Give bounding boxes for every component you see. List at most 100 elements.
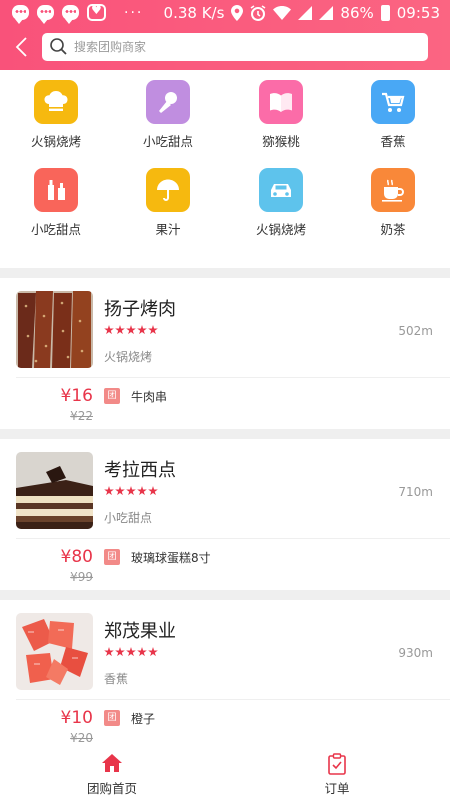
- star-icon: [148, 486, 158, 496]
- category-label: 香蕉: [380, 134, 406, 149]
- app-header: ··· 0.38 K/s 86% 09:53: [0, 0, 450, 70]
- original-price: ¥22: [70, 409, 93, 423]
- rating-stars: [104, 325, 158, 335]
- category-label: 小吃甜点: [142, 134, 193, 149]
- card-divider: [16, 699, 450, 700]
- star-icon: [104, 486, 114, 496]
- search-bar[interactable]: [42, 33, 428, 61]
- category-label: 果汁: [155, 222, 181, 237]
- merchant-distance: 930m: [398, 646, 433, 660]
- app-notification-icon: [87, 3, 106, 21]
- wifi-icon: [273, 6, 292, 20]
- clipboard-check-icon: [328, 753, 346, 775]
- category-label: 猕猴桃: [262, 134, 300, 149]
- tab-label: 订单: [324, 781, 350, 796]
- star-icon: [115, 647, 125, 657]
- original-price: ¥20: [70, 731, 93, 745]
- deal-name[interactable]: 玻璃球蛋糕8寸: [131, 549, 211, 566]
- star-icon: [104, 325, 114, 335]
- star-icon: [148, 647, 158, 657]
- book-icon: [259, 80, 303, 124]
- merchant-distance: 502m: [398, 324, 433, 338]
- star-icon: [137, 486, 147, 496]
- section-divider: [0, 429, 450, 439]
- car-icon: [259, 168, 303, 212]
- shopping-cart-icon: [371, 80, 415, 124]
- category-item[interactable]: 火锅烧烤: [231, 168, 331, 238]
- rating-stars: [104, 647, 158, 657]
- back-arrow-icon[interactable]: [14, 36, 32, 58]
- more-notifications: ···: [124, 4, 144, 21]
- section-divider: [0, 268, 450, 278]
- network-speed: 0.38 K/s: [163, 4, 225, 22]
- category-item[interactable]: 果汁: [118, 168, 218, 238]
- deal-name[interactable]: 橙子: [131, 710, 155, 727]
- umbrella-icon: [146, 168, 190, 212]
- star-icon: [126, 486, 136, 496]
- deal-price: ¥80: [60, 547, 93, 567]
- section-divider: [0, 590, 450, 600]
- battery-level: 86%: [340, 4, 374, 22]
- merchant-photo-fruit: [16, 613, 93, 690]
- merchant-photo-cake: [16, 452, 93, 529]
- battery-icon: [380, 5, 390, 21]
- category-item[interactable]: 小吃甜点: [6, 168, 106, 238]
- microphone-icon: [146, 80, 190, 124]
- deal-price: ¥10: [60, 708, 93, 728]
- star-icon: [104, 647, 114, 657]
- merchant-photo-grilled-meat: [16, 291, 93, 368]
- tab-group-buy-home[interactable]: 团购首页: [52, 745, 172, 800]
- search-input[interactable]: [74, 37, 404, 57]
- alarm-icon: [250, 5, 266, 21]
- group-buy-badge: 团: [104, 388, 120, 404]
- deal-name[interactable]: 牛肉串: [131, 388, 167, 405]
- category-label: 奶茶: [380, 222, 406, 237]
- merchant-name: 考拉西点: [104, 460, 176, 481]
- star-icon: [126, 647, 136, 657]
- category-label: 火锅烧烤: [30, 134, 81, 149]
- original-price: ¥99: [70, 570, 93, 584]
- category-item[interactable]: 火锅烧烤: [6, 80, 106, 150]
- category-item[interactable]: 奶茶: [343, 168, 443, 238]
- home-icon: [102, 754, 122, 772]
- message-notification-icon: [12, 5, 29, 24]
- status-bar: ··· 0.38 K/s 86% 09:53: [0, 0, 450, 28]
- clock-time: 09:53: [396, 4, 440, 22]
- message-notification-icon: [62, 5, 79, 24]
- star-icon: [115, 486, 125, 496]
- category-label: 小吃甜点: [30, 222, 81, 237]
- merchant-category: 香蕉: [104, 672, 129, 686]
- star-icon: [115, 325, 125, 335]
- bottom-tab-bar: 团购首页 订单: [0, 745, 450, 800]
- merchant-card[interactable]: 考拉西点 小吃甜点 710m ¥80 ¥99 团 玻璃球蛋糕8寸: [0, 439, 450, 593]
- signal-icon: [319, 6, 334, 20]
- merchant-name: 扬子烤肉: [104, 299, 176, 320]
- card-divider: [16, 377, 450, 378]
- chef-hat-icon: [34, 80, 78, 124]
- search-icon: [50, 38, 67, 55]
- star-icon: [126, 325, 136, 335]
- tab-orders[interactable]: 订单: [277, 745, 397, 800]
- tab-label: 团购首页: [86, 781, 137, 796]
- deal-price: ¥16: [60, 386, 93, 406]
- merchant-category: 小吃甜点: [104, 511, 153, 525]
- card-divider: [16, 538, 450, 539]
- category-label: 火锅烧烤: [255, 222, 306, 237]
- merchant-card[interactable]: 郑茂果业 香蕉 930m ¥10 ¥20 团 橙子: [0, 600, 450, 754]
- category-item[interactable]: 香蕉: [343, 80, 443, 150]
- merchant-name: 郑茂果业: [104, 621, 176, 642]
- merchant-category: 火锅烧烤: [104, 350, 153, 364]
- coffee-cup-icon: [371, 168, 415, 212]
- location-icon: [231, 5, 244, 21]
- signal-icon: [298, 6, 313, 20]
- rating-stars: [104, 486, 158, 496]
- group-buy-badge: 团: [104, 710, 120, 726]
- category-item[interactable]: 小吃甜点: [118, 80, 218, 150]
- star-icon: [148, 325, 158, 335]
- bottle-icon: [34, 168, 78, 212]
- category-item[interactable]: 猕猴桃: [231, 80, 331, 150]
- star-icon: [137, 647, 147, 657]
- group-buy-badge: 团: [104, 549, 120, 565]
- merchant-card[interactable]: 扬子烤肉 火锅烧烤 502m ¥16 ¥22 团 牛肉串: [0, 278, 450, 432]
- star-icon: [137, 325, 147, 335]
